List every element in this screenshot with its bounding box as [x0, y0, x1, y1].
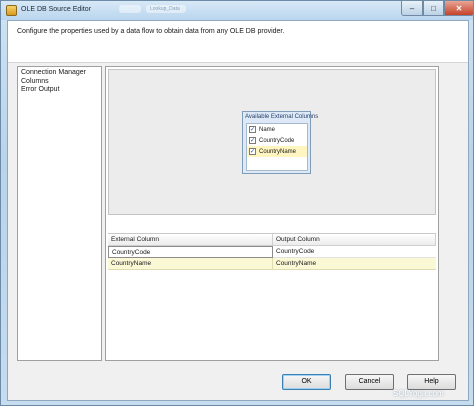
close-button[interactable]: ✕ — [444, 1, 474, 16]
nav-item-columns[interactable]: Columns — [18, 78, 101, 87]
minimize-button[interactable]: – — [401, 1, 423, 16]
dialog-client-area: Configure the properties used by a data … — [7, 20, 469, 401]
window-title: OLE DB Source Editor — [21, 6, 92, 13]
column-label: Name — [259, 126, 276, 133]
cancel-button[interactable]: Cancel — [345, 374, 394, 390]
minimize-icon: – — [409, 3, 415, 13]
available-columns-title: Available External Columns — [245, 114, 319, 120]
external-column-cell[interactable]: CountryCode — [108, 246, 273, 258]
ok-button[interactable]: OK — [282, 374, 331, 390]
page-navigation-list: Connection Manager Columns Error Output — [17, 66, 102, 361]
table-row[interactable]: CountryName CountryName — [108, 258, 436, 270]
column-label: CountryName — [259, 148, 297, 155]
app-icon — [6, 5, 17, 16]
dialog-description: Configure the properties used by a data … — [17, 28, 285, 35]
output-column-header[interactable]: Output Column — [273, 234, 436, 246]
watermark-text: SQLYoga.com — [393, 389, 444, 398]
background-tab-1 — [119, 5, 141, 13]
available-external-columns-box: Available External Columns ✓ Name ✓ Coun… — [242, 111, 319, 174]
column-checkbox-countryname[interactable]: ✓ — [249, 148, 256, 155]
background-tab-2: Lookup_Data — [146, 5, 186, 13]
description-panel: Configure the properties used by a data … — [8, 21, 468, 63]
table-row[interactable]: CountryCode CountryCode — [108, 246, 436, 258]
column-checkbox-name[interactable]: ✓ — [249, 126, 256, 133]
column-row-countrycode[interactable]: ✓ CountryCode — [247, 135, 307, 146]
nav-item-error-output[interactable]: Error Output — [18, 86, 101, 95]
output-column-cell[interactable]: CountryName — [273, 258, 436, 270]
dialog-window: OLE DB Source Editor Lookup_Data – □ ✕ C… — [0, 0, 474, 406]
grid-header-row: External Column Output Column — [108, 234, 436, 246]
help-button[interactable]: Help — [407, 374, 456, 390]
external-column-cell[interactable]: CountryName — [108, 258, 273, 270]
columns-designer-surface: Available External Columns ✓ Name ✓ Coun… — [108, 69, 436, 215]
maximize-icon: □ — [431, 3, 436, 13]
column-mapping-grid: External Column Output Column CountryCod… — [108, 233, 436, 270]
column-label: CountryCode — [259, 137, 295, 144]
column-checkbox-countrycode[interactable]: ✓ — [249, 137, 256, 144]
nav-item-connection-manager[interactable]: Connection Manager — [18, 69, 101, 78]
maximize-button[interactable]: □ — [423, 1, 444, 16]
columns-page: Available External Columns ✓ Name ✓ Coun… — [105, 66, 439, 361]
column-row-name[interactable]: ✓ Name — [247, 124, 307, 135]
output-column-cell[interactable]: CountryCode — [273, 246, 436, 258]
column-row-countryname[interactable]: ✓ CountryName — [247, 146, 307, 157]
title-bar[interactable]: OLE DB Source Editor Lookup_Data – □ ✕ — [1, 1, 474, 20]
available-columns-list: ✓ Name ✓ CountryCode ✓ CountryName — [246, 123, 308, 171]
external-column-header[interactable]: External Column — [108, 234, 273, 246]
close-icon: ✕ — [455, 3, 463, 13]
